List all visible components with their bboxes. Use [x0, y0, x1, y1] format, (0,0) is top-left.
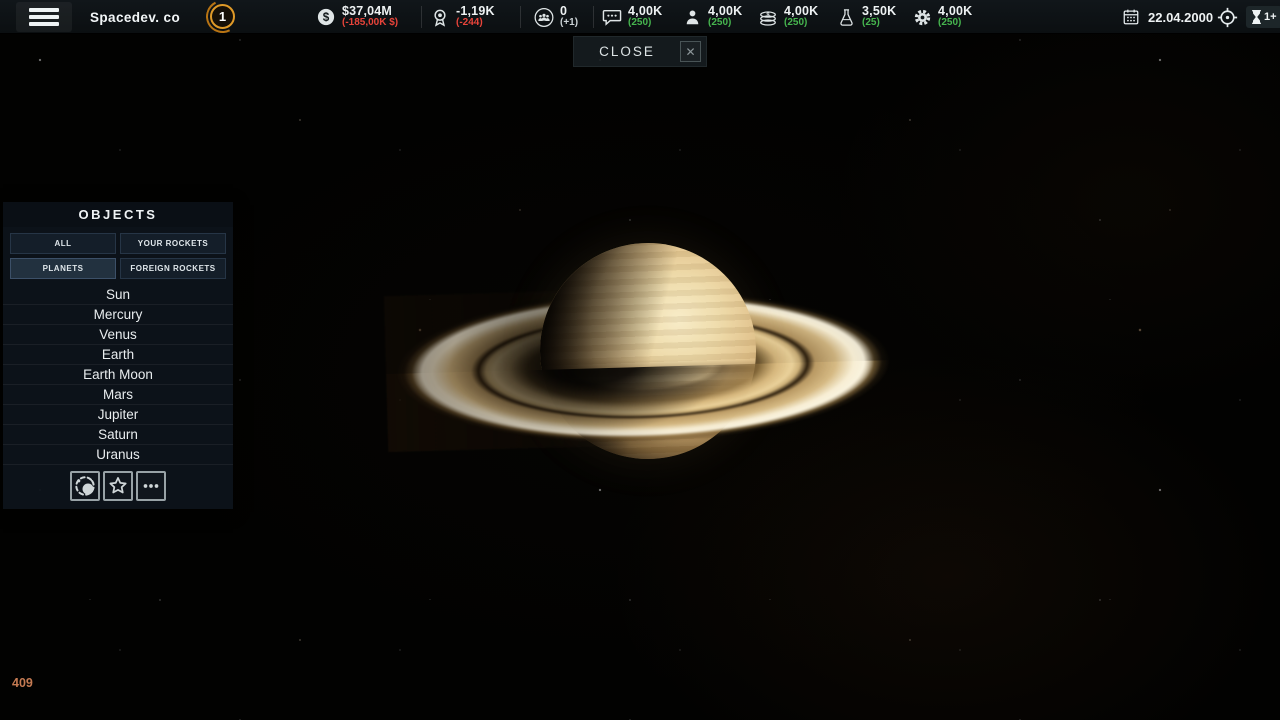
list-item-venus[interactable]: Venus [3, 325, 233, 345]
staff-delta: (250) [708, 18, 742, 29]
medal-icon [430, 8, 450, 27]
funds-delta: (250) [784, 18, 818, 29]
rating-delta: (-244) [456, 18, 495, 29]
more-icon [140, 475, 162, 497]
game-speed-button[interactable]: 1+ [1246, 6, 1280, 28]
science-delta: (25) [862, 18, 896, 29]
list-item-mars[interactable]: Mars [3, 385, 233, 405]
hamburger-menu-button[interactable] [16, 2, 72, 32]
objects-panel-tools [3, 465, 233, 509]
date-group: 22.04.2000 [1122, 0, 1213, 34]
resource-team: 0 (+1) [534, 0, 578, 34]
speed-value: 1+ [1264, 11, 1277, 23]
resource-money: $ $37,04M (-185,00K $) [316, 0, 398, 34]
list-item-earth-moon[interactable]: Earth Moon [3, 365, 233, 385]
divider [593, 6, 594, 28]
top-bar: Spacedev. co 1 $ $37,04M (-185,00K $) -1… [0, 0, 1280, 34]
hourglass-icon [1251, 10, 1262, 24]
list-item-mercury[interactable]: Mercury [3, 305, 233, 325]
resource-funds: $ 4,00K (250) [758, 0, 818, 34]
dollar-coin-icon: $ [316, 8, 336, 26]
fps-counter: 409 [12, 676, 33, 690]
parts-delta: (250) [938, 18, 972, 29]
divider [421, 6, 422, 28]
resource-rating: -1,19K (-244) [430, 0, 495, 34]
group-icon [534, 6, 554, 29]
favorites-button[interactable] [103, 471, 133, 501]
coins-icon: $ [758, 8, 778, 27]
resource-parts: 4,00K (250) [912, 0, 972, 34]
objects-panel: OBJECTS ALL YOUR ROCKETS PLANETS FOREIGN… [3, 202, 233, 509]
star-icon [107, 475, 129, 497]
game-window: Spacedev. co 1 $ $37,04M (-185,00K $) -1… [0, 0, 1280, 720]
orbit-icon [74, 475, 96, 497]
close-dialog[interactable]: CLOSE ✕ [573, 36, 707, 67]
center-view-button[interactable] [1215, 5, 1240, 30]
flask-icon [836, 8, 856, 27]
level-badge[interactable]: 1 [206, 0, 239, 33]
filter-foreign-rockets-button[interactable]: FOREIGN ROCKETS [120, 258, 226, 279]
list-item-sun[interactable]: Sun [3, 285, 233, 305]
person-icon [682, 8, 702, 26]
svg-text:$: $ [323, 11, 330, 24]
resource-science: 3,50K (25) [836, 0, 896, 34]
team-delta: (+1) [560, 18, 578, 29]
list-item-saturn[interactable]: Saturn [3, 425, 233, 445]
orbit-view-button[interactable] [70, 471, 100, 501]
company-title: Spacedev. co [90, 0, 180, 34]
list-item-uranus[interactable]: Uranus [3, 445, 233, 465]
chat-icon [602, 8, 622, 26]
resource-staff: 4,00K (250) [682, 0, 742, 34]
media-delta: (250) [628, 18, 662, 29]
resource-media: 4,00K (250) [602, 0, 662, 34]
list-item-jupiter[interactable]: Jupiter [3, 405, 233, 425]
close-icon[interactable]: ✕ [680, 41, 701, 62]
objects-list: Sun Mercury Venus Earth Earth Moon Mars … [3, 285, 233, 465]
crosshair-icon [1216, 6, 1239, 29]
divider [520, 6, 521, 28]
level-number: 1 [210, 4, 235, 29]
current-date: 22.04.2000 [1148, 10, 1213, 25]
objects-panel-title: OBJECTS [3, 202, 233, 227]
more-options-button[interactable] [136, 471, 166, 501]
filter-your-rockets-button[interactable]: YOUR ROCKETS [120, 233, 226, 254]
filter-planets-button[interactable]: PLANETS [10, 258, 116, 279]
filter-all-button[interactable]: ALL [10, 233, 116, 254]
calendar-icon [1122, 8, 1140, 26]
objects-filter-tabs: ALL YOUR ROCKETS PLANETS FOREIGN ROCKETS [3, 227, 233, 285]
gear-icon [912, 8, 932, 27]
close-button-label: CLOSE [574, 44, 680, 59]
list-item-earth[interactable]: Earth [3, 345, 233, 365]
money-delta: (-185,00K $) [342, 18, 398, 29]
